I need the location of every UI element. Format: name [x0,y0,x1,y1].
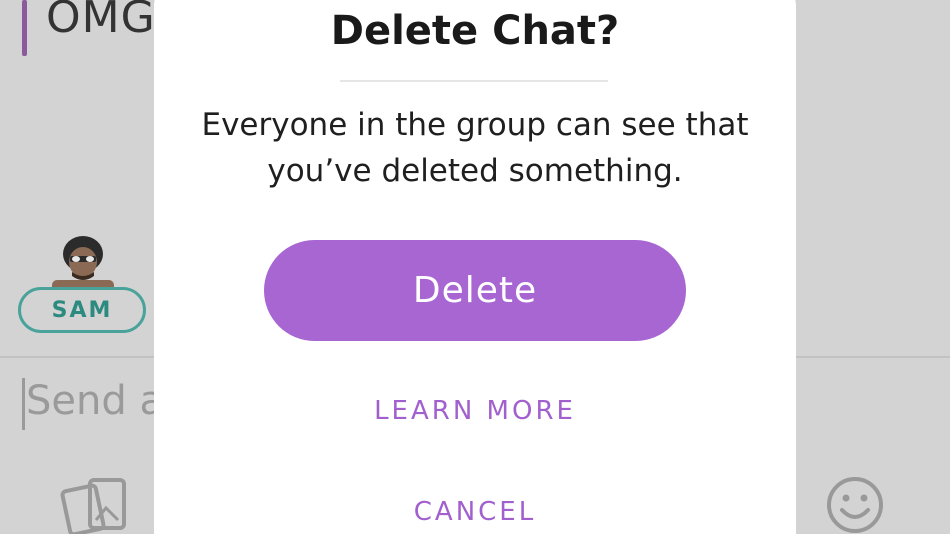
message-input[interactable]: Send a [26,378,164,424]
sender-name-chip[interactable]: SAM [18,287,146,333]
delete-chat-dialog: Delete Chat? Everyone in the group can s… [154,0,796,534]
input-caret [22,378,25,430]
camera-roll-icon[interactable] [60,474,130,534]
screen: OMG SAM Send a Delete Chat? Everyone in … [0,0,950,534]
delete-button[interactable]: Delete [264,240,686,341]
dialog-message: Everyone in the group can see that you’v… [174,102,776,194]
smiley-icon[interactable] [826,476,884,534]
cancel-button[interactable]: CANCEL [154,497,796,527]
avatar [52,236,114,292]
dialog-separator [340,80,608,82]
learn-more-link[interactable]: LEARN MORE [154,396,796,426]
dialog-message-line2: you’ve deleted something. [267,153,683,189]
dialog-title: Delete Chat? [330,8,620,54]
message-indicator-bar [22,0,27,56]
dialog-message-line1: Everyone in the group can see that [201,107,749,143]
message-preview: OMG [46,0,156,43]
